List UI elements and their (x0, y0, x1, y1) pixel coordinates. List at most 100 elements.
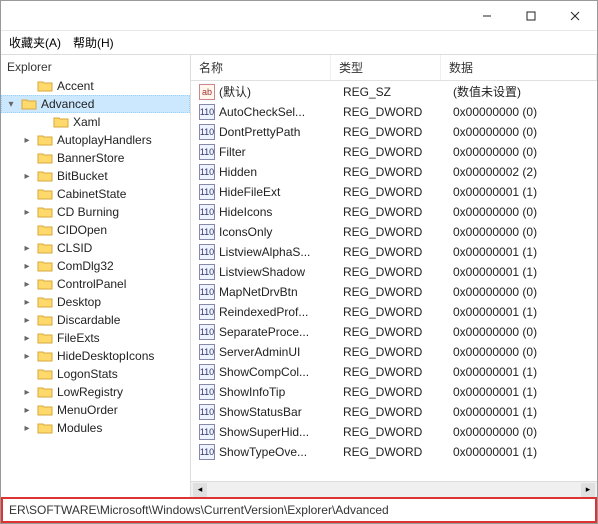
minimize-button[interactable] (465, 1, 509, 31)
column-type[interactable]: 类型 (331, 55, 441, 80)
expander-icon[interactable]: ▸ (21, 171, 33, 182)
expander-icon[interactable]: ▸ (21, 315, 33, 326)
tree-item-modules[interactable]: ▸ Modules (1, 419, 190, 437)
list-body[interactable]: ab(默认)REG_SZ(数值未设置)110AutoCheckSel...REG… (191, 81, 597, 481)
tree-panel[interactable]: Explorer Accent▾AdvancedXaml▸AutoplayHan… (1, 55, 191, 497)
value-type: REG_DWORD (335, 165, 445, 179)
dword-icon: 110 (199, 224, 215, 240)
registry-value-row[interactable]: 110ServerAdminUIREG_DWORD0x00000000 (0) (191, 342, 597, 362)
tree-item-label: HideDesktopIcons (57, 349, 154, 363)
column-name[interactable]: 名称 (191, 55, 331, 80)
expander-icon[interactable]: ▸ (21, 243, 33, 254)
tree-item-clsid[interactable]: ▸CLSID (1, 239, 190, 257)
tree-item-label: AutoplayHandlers (57, 133, 152, 147)
expander-icon[interactable]: ▸ (21, 351, 33, 362)
list-header: 名称 类型 数据 (191, 55, 597, 81)
tree-item-fileexts[interactable]: ▸FileExts (1, 329, 190, 347)
tree-item-comdlg32[interactable]: ▸ ComDlg32 (1, 257, 190, 275)
tree-item-label: Accent (57, 79, 94, 93)
tree-item-bannerstore[interactable]: BannerStore (1, 149, 190, 167)
value-data: 0x00000000 (0) (445, 125, 597, 139)
value-data: 0x00000000 (0) (445, 225, 597, 239)
expander-icon[interactable]: ▸ (21, 207, 33, 218)
value-data: 0x00000000 (0) (445, 325, 597, 339)
menubar: 收藏夹(A) 帮助(H) (1, 31, 597, 55)
value-name: ShowCompCol... (219, 365, 335, 379)
value-type: REG_DWORD (335, 385, 445, 399)
registry-value-row[interactable]: 110HiddenREG_DWORD0x00000002 (2) (191, 162, 597, 182)
value-name: ListviewAlphaS... (219, 245, 335, 259)
registry-value-row[interactable]: 110ShowStatusBarREG_DWORD0x00000001 (1) (191, 402, 597, 422)
value-type: REG_DWORD (335, 345, 445, 359)
folder-icon (37, 133, 53, 147)
registry-value-row[interactable]: 110ListviewAlphaS...REG_DWORD0x00000001 … (191, 242, 597, 262)
tree-item-logonstats[interactable]: LogonStats (1, 365, 190, 383)
tree-item-controlpanel[interactable]: ▸ControlPanel (1, 275, 190, 293)
value-name: Hidden (219, 165, 335, 179)
folder-icon (37, 277, 53, 291)
tree-item-advanced[interactable]: ▾Advanced (1, 95, 190, 113)
tree-item-label: Modules (57, 421, 102, 435)
column-data[interactable]: 数据 (441, 55, 597, 80)
registry-value-row[interactable]: 110HideFileExtREG_DWORD0x00000001 (1) (191, 182, 597, 202)
registry-value-row[interactable]: 110HideIconsREG_DWORD0x00000000 (0) (191, 202, 597, 222)
expander-icon[interactable]: ▸ (21, 297, 33, 308)
tree-item-accent[interactable]: Accent (1, 77, 190, 95)
tree-item-desktop[interactable]: ▸Desktop (1, 293, 190, 311)
maximize-button[interactable] (509, 1, 553, 31)
tree-item-autoplayhandlers[interactable]: ▸ AutoplayHandlers (1, 131, 190, 149)
value-name: ShowTypeOve... (219, 445, 335, 459)
content-area: Explorer Accent▾AdvancedXaml▸AutoplayHan… (1, 55, 597, 497)
expander-icon[interactable]: ▸ (21, 333, 33, 344)
registry-value-row[interactable]: 110ShowInfoTipREG_DWORD0x00000001 (1) (191, 382, 597, 402)
registry-value-row[interactable]: 110AutoCheckSel...REG_DWORD0x00000000 (0… (191, 102, 597, 122)
registry-value-row[interactable]: ab(默认)REG_SZ(数值未设置) (191, 81, 597, 102)
registry-value-row[interactable]: 110DontPrettyPathREG_DWORD0x00000000 (0) (191, 122, 597, 142)
registry-value-row[interactable]: 110ShowTypeOve...REG_DWORD0x00000001 (1) (191, 442, 597, 462)
registry-value-row[interactable]: 110ReindexedProf...REG_DWORD0x00000001 (… (191, 302, 597, 322)
tree-item-hidedesktopicons[interactable]: ▸ HideDesktopIcons (1, 347, 190, 365)
tree-item-cidopen[interactable]: CIDOpen (1, 221, 190, 239)
tree-item-bitbucket[interactable]: ▸ BitBucket (1, 167, 190, 185)
dword-icon: 110 (199, 244, 215, 260)
dword-icon: 110 (199, 364, 215, 380)
menu-favorites[interactable]: 收藏夹(A) (9, 34, 61, 51)
registry-value-row[interactable]: 110IconsOnlyREG_DWORD0x00000000 (0) (191, 222, 597, 242)
expander-icon[interactable]: ▸ (21, 423, 33, 434)
expander-icon[interactable]: ▾ (5, 99, 17, 110)
value-type: REG_DWORD (335, 185, 445, 199)
expander-icon[interactable]: ▸ (21, 135, 33, 146)
expander-icon[interactable]: ▸ (21, 387, 33, 398)
close-button[interactable] (553, 1, 597, 31)
value-name: ReindexedProf... (219, 305, 335, 319)
value-name: HideFileExt (219, 185, 335, 199)
tree-item-cabinetstate[interactable]: CabinetState (1, 185, 190, 203)
value-name: ShowSuperHid... (219, 425, 335, 439)
expander-icon[interactable]: ▸ (21, 261, 33, 272)
folder-icon (37, 169, 53, 183)
value-data: 0x00000000 (0) (445, 425, 597, 439)
value-type: REG_DWORD (335, 145, 445, 159)
expander-icon[interactable]: ▸ (21, 279, 33, 290)
tree-item-discardable[interactable]: ▸Discardable (1, 311, 190, 329)
registry-value-row[interactable]: 110FilterREG_DWORD0x00000000 (0) (191, 142, 597, 162)
registry-value-row[interactable]: 110MapNetDrvBtnREG_DWORD0x00000000 (0) (191, 282, 597, 302)
folder-icon (37, 313, 53, 327)
tree-item-menuorder[interactable]: ▸MenuOrder (1, 401, 190, 419)
tree-item-cd-burning[interactable]: ▸CD Burning (1, 203, 190, 221)
value-data: 0x00000001 (1) (445, 445, 597, 459)
scroll-left-icon[interactable]: ◂ (193, 483, 207, 497)
registry-value-row[interactable]: 110ShowCompCol...REG_DWORD0x00000001 (1) (191, 362, 597, 382)
registry-value-row[interactable]: 110ShowSuperHid...REG_DWORD0x00000000 (0… (191, 422, 597, 442)
expander-icon[interactable]: ▸ (21, 405, 33, 416)
menu-help[interactable]: 帮助(H) (73, 34, 114, 51)
registry-value-row[interactable]: 110ListviewShadowREG_DWORD0x00000001 (1) (191, 262, 597, 282)
tree-item-xaml[interactable]: Xaml (1, 113, 190, 131)
registry-value-row[interactable]: 110SeparateProce...REG_DWORD0x00000000 (… (191, 322, 597, 342)
scroll-right-icon[interactable]: ▸ (581, 483, 595, 497)
tree-item-lowregistry[interactable]: ▸LowRegistry (1, 383, 190, 401)
tree-item-label: BitBucket (57, 169, 108, 183)
horizontal-scrollbar[interactable]: ◂ ▸ (191, 481, 597, 497)
tree-item-label: ComDlg32 (57, 259, 114, 273)
path-bar[interactable]: ER\SOFTWARE\Microsoft\Windows\CurrentVer… (1, 497, 597, 523)
